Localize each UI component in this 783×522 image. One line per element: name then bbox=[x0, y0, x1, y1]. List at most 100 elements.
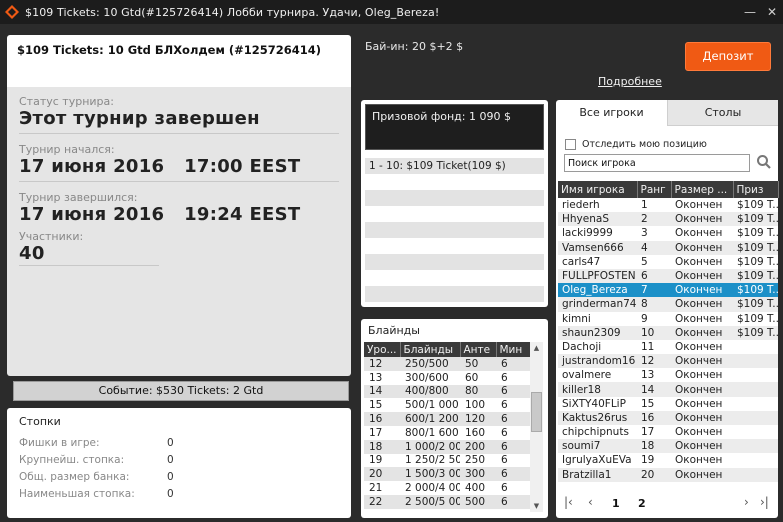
player-cell: Окончен bbox=[675, 199, 723, 212]
player-cell: 10 bbox=[637, 325, 671, 340]
blinds-scrollbar[interactable]: ▲ ▼ bbox=[530, 342, 543, 512]
player-cell: 4 bbox=[637, 240, 671, 255]
player-cell: 8 bbox=[637, 297, 671, 312]
player-row[interactable]: SiXTY40FLiP 15 Окончен bbox=[558, 397, 778, 411]
blinds-cell: 6 bbox=[496, 494, 530, 509]
track-position-checkbox[interactable] bbox=[565, 139, 576, 150]
player-row[interactable]: kimni 9 Окончен $109 T... bbox=[558, 312, 778, 326]
blinds-cell: 19 bbox=[369, 454, 383, 467]
deposit-button[interactable]: Депозит bbox=[685, 42, 771, 71]
blinds-row: 12 250/500 50 6 bbox=[364, 357, 530, 371]
player-row[interactable]: FULLPFOSTEN 6 Окончен $109 T... bbox=[558, 268, 778, 284]
stack-label: Фишки в игре: bbox=[19, 436, 100, 449]
stack-value: 0 bbox=[167, 487, 174, 500]
player-cell: lacki9999 bbox=[562, 227, 613, 240]
blinds-cell: 50 bbox=[460, 357, 496, 371]
player-cell bbox=[733, 425, 778, 439]
blinds-table: Уро... Блайнды Анте Мин 12 250/500 50 6 13 30… bbox=[364, 342, 531, 509]
blinds-cell: 6 bbox=[501, 371, 508, 384]
blinds-cell: 12 bbox=[364, 357, 400, 371]
next-page-icon[interactable]: › bbox=[744, 495, 749, 509]
search-icon[interactable] bbox=[756, 154, 772, 170]
blinds-cell: 6 bbox=[501, 454, 508, 467]
player-cell: $109 T... bbox=[737, 312, 778, 325]
close-button[interactable]: ✕ bbox=[760, 0, 783, 24]
divider bbox=[19, 181, 339, 182]
player-row[interactable]: lacki9999 3 Окончен $109 T... bbox=[558, 226, 778, 240]
player-row[interactable]: soumi7 18 Окончен bbox=[558, 439, 778, 454]
prize-row bbox=[365, 270, 544, 286]
blinds-cell: 80 bbox=[460, 384, 496, 399]
blinds-cell: 20 bbox=[364, 467, 400, 482]
blinds-col-ante[interactable]: Анте bbox=[460, 342, 497, 357]
stack-row: Фишки в игре: 0 bbox=[19, 434, 339, 451]
player-row[interactable]: riederh 1 Окончен $109 T... bbox=[558, 198, 778, 212]
player-row[interactable]: carls47 5 Окончен $109 T... bbox=[558, 255, 778, 269]
blinds-cell: 13 bbox=[369, 371, 383, 384]
scroll-thumb[interactable] bbox=[531, 392, 542, 432]
prev-page-icon[interactable]: ‹ bbox=[588, 495, 593, 509]
blinds-cell: 2 000/4 000 bbox=[405, 482, 460, 495]
player-row[interactable]: Bratzilla1 20 Окончен bbox=[558, 467, 778, 482]
scroll-down-icon[interactable]: ▼ bbox=[530, 500, 543, 512]
player-row[interactable]: grinderman747 8 Окончен $109 T... bbox=[558, 297, 778, 312]
blinds-row: 19 1 250/2 500 250 6 bbox=[364, 454, 530, 468]
minimize-button[interactable]: — bbox=[738, 0, 762, 24]
players-col-name[interactable]: Имя игрока bbox=[558, 181, 638, 198]
tab-tables[interactable]: Столы bbox=[667, 100, 778, 126]
player-cell bbox=[733, 397, 778, 411]
player-row[interactable]: ovalmere 13 Окончен bbox=[558, 368, 778, 382]
scroll-up-icon[interactable]: ▲ bbox=[530, 342, 543, 354]
participants-label: Участники: bbox=[19, 230, 84, 243]
blinds-row: 13 300/600 60 6 bbox=[364, 371, 530, 385]
blinds-cell: 21 bbox=[369, 482, 383, 495]
players-col-stack[interactable]: Размер ... bbox=[671, 181, 734, 198]
blinds-cell: 100 bbox=[465, 399, 486, 412]
player-cell: 13 bbox=[641, 369, 655, 382]
page-2-link[interactable]: 2 bbox=[638, 497, 646, 510]
finished-label: Турнир завершился: bbox=[19, 191, 138, 204]
prize-row: 1 - 10: $109 Ticket(109 $) bbox=[365, 158, 544, 174]
blinds-col-blinds[interactable]: Блайнды bbox=[400, 342, 461, 357]
more-link[interactable]: Подробнее bbox=[598, 75, 662, 88]
players-col-prize[interactable]: Приз bbox=[733, 181, 779, 198]
player-row[interactable]: shaun2309 10 Окончен $109 T... bbox=[558, 325, 778, 340]
first-page-icon[interactable]: |‹ bbox=[564, 495, 573, 509]
players-col-rank[interactable]: Ранг bbox=[637, 181, 672, 198]
pager: |‹ ‹ 1 2 › ›| bbox=[562, 493, 772, 513]
finished-value: 17 июня 2016 19:24 EEST bbox=[19, 204, 301, 225]
player-cell: Окончен bbox=[675, 255, 723, 268]
track-position-label: Отследить мою позицию bbox=[582, 139, 707, 150]
blinds-col-level[interactable]: Уро... bbox=[364, 342, 401, 357]
blinds-col-min[interactable]: Мин bbox=[496, 342, 531, 357]
player-cell: Окончен bbox=[671, 439, 733, 454]
player-row[interactable]: Dachoji 11 Окончен bbox=[558, 340, 778, 354]
player-row[interactable]: HhyenaS 2 Окончен $109 T... bbox=[558, 212, 778, 227]
blinds-cell: 200 bbox=[460, 439, 496, 454]
player-row[interactable]: Vamsen666 4 Окончен $109 T... bbox=[558, 240, 778, 255]
last-page-icon[interactable]: ›| bbox=[760, 495, 769, 509]
player-row[interactable]: chipchipnuts 17 Окончен bbox=[558, 425, 778, 439]
blinds-row: 17 800/1 600 160 6 bbox=[364, 426, 530, 440]
player-cell: justrandom16 bbox=[558, 354, 637, 369]
player-cell: 20 bbox=[637, 467, 671, 482]
blinds-cell: 16 bbox=[364, 412, 400, 426]
page-1-link[interactable]: 1 bbox=[612, 497, 620, 510]
player-row[interactable]: IgrulyaXuEVa 19 Окончен bbox=[558, 453, 778, 467]
player-row[interactable]: killer18 14 Окончен bbox=[558, 382, 778, 397]
track-position-row[interactable]: Отследить мою позицию bbox=[565, 139, 707, 150]
player-search-input[interactable] bbox=[564, 154, 750, 172]
app-logo-icon bbox=[5, 5, 19, 19]
player-row[interactable]: Kaktus26rus 16 Окончен bbox=[558, 410, 778, 425]
player-row[interactable]: Oleg_Bereza 7 Окончен $109 T... bbox=[558, 283, 778, 298]
player-row[interactable]: justrandom16 12 Окончен bbox=[558, 354, 778, 369]
blinds-cell: 6 bbox=[496, 357, 530, 371]
player-cell: Окончен bbox=[671, 268, 733, 284]
blinds-cell: 6 bbox=[501, 482, 508, 495]
blinds-cell: 300/600 bbox=[405, 371, 449, 384]
window-title: $109 Tickets: 10 Gtd(#125726414) Лобби т… bbox=[25, 5, 440, 19]
event-button[interactable]: Событие: $530 Tickets: 2 Gtd bbox=[13, 381, 349, 401]
blinds-cell: 14 bbox=[364, 384, 400, 399]
player-cell: ovalmere bbox=[562, 369, 612, 382]
tab-all-players[interactable]: Все игроки bbox=[556, 100, 667, 126]
